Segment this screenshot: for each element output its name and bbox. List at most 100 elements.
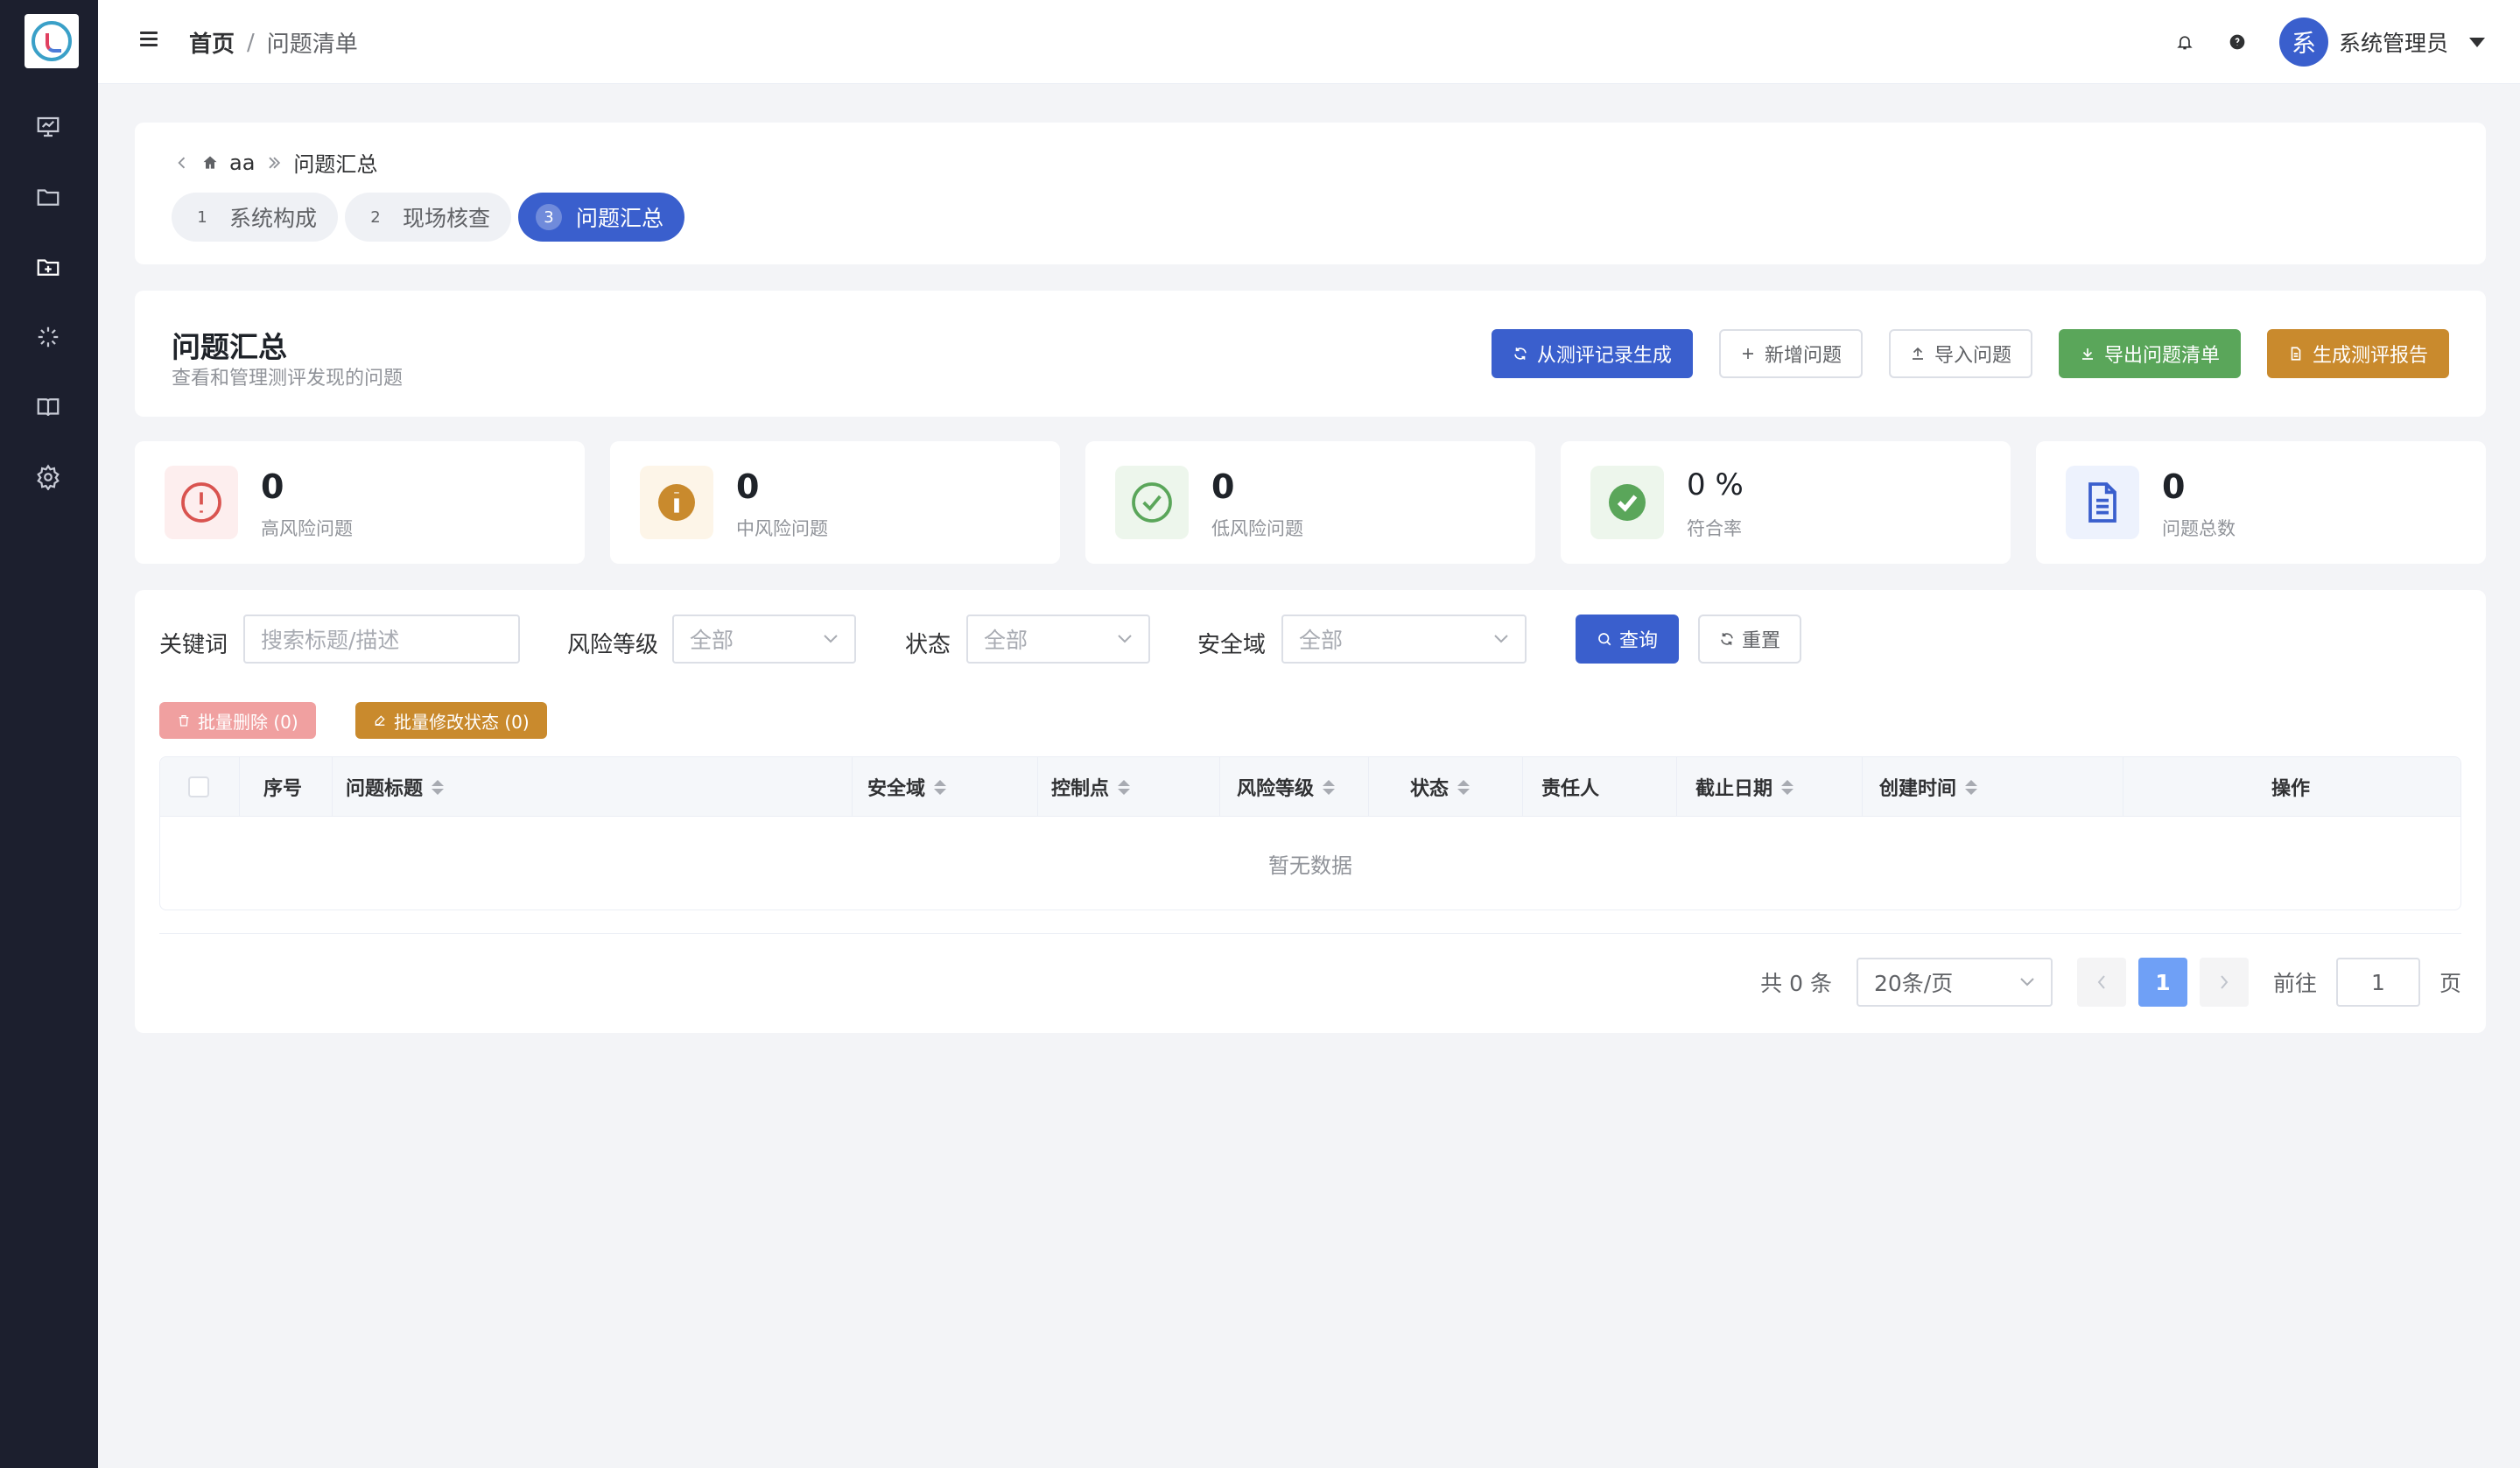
- generate-report-button[interactable]: 生成测评报告: [2266, 329, 2449, 378]
- user-menu[interactable]: 系 系统管理员: [2278, 18, 2485, 67]
- loading-icon[interactable]: [33, 322, 63, 352]
- book-icon[interactable]: [33, 392, 63, 422]
- sort-icon: [1965, 779, 1978, 795]
- goto-label: 前往: [2272, 971, 2317, 996]
- sort-icon: [1457, 779, 1471, 795]
- column-title[interactable]: 问题标题: [346, 757, 445, 817]
- folder-icon[interactable]: [33, 182, 63, 212]
- status-select[interactable]: 全部: [966, 615, 1150, 664]
- column-owner: 责任人: [1541, 778, 1600, 800]
- status-label: 状态: [905, 632, 951, 658]
- column-security-domain[interactable]: 安全域: [867, 757, 947, 817]
- next-page-button[interactable]: [2199, 958, 2249, 1007]
- caret-down-icon: [2469, 37, 2485, 47]
- chevron-down-icon: [824, 635, 838, 643]
- stat-label: 中风险问题: [736, 518, 828, 539]
- stat-label: 符合率: [1687, 518, 1742, 539]
- step-issue-summary[interactable]: 3 问题汇总: [518, 193, 685, 242]
- pagination: 共 0 条 20条/页 1 前往 1 页: [1760, 958, 2461, 1007]
- menu-toggle-icon[interactable]: [140, 32, 158, 49]
- export-issues-button[interactable]: 导出问题清单: [2058, 329, 2241, 378]
- step-number: 3: [536, 204, 563, 230]
- sort-icon: [1323, 779, 1336, 795]
- security-domain-select[interactable]: 全部: [1281, 615, 1527, 664]
- query-button[interactable]: 查询: [1576, 615, 1679, 664]
- stat-high-risk: 0 高风险问题: [135, 441, 585, 564]
- page-buttons: 1: [2076, 958, 2249, 1007]
- page-size-select[interactable]: 20条/页: [1856, 958, 2053, 1007]
- bell-icon[interactable]: [2174, 32, 2195, 53]
- filter-bar: 关键词 搜索标题/描述 风险等级 全部 状态 全部 安全域 全部 查询 重置: [159, 615, 2470, 664]
- page-suffix: 页: [2439, 971, 2461, 996]
- double-chevron-right-icon: [269, 157, 281, 168]
- batch-delete-button[interactable]: 批量删除 (0): [159, 702, 316, 739]
- column-created-at[interactable]: 创建时间: [1879, 757, 1978, 817]
- reset-button[interactable]: 重置: [1698, 615, 1801, 664]
- page-jumper: 前往 1 页: [2273, 958, 2461, 1007]
- page-number[interactable]: 1: [2137, 958, 2187, 1007]
- button-label: 批量删除 (0): [198, 711, 298, 733]
- chevron-left-icon[interactable]: [173, 154, 191, 172]
- column-control-point[interactable]: 控制点: [1051, 757, 1131, 817]
- import-issues-button[interactable]: 导入问题: [1888, 329, 2032, 378]
- app-logo[interactable]: [25, 14, 79, 68]
- stat-value: 0: [2162, 467, 2186, 506]
- stat-label: 低风险问题: [1211, 518, 1303, 539]
- sort-icon: [432, 779, 445, 795]
- step-system-composition[interactable]: 1 系统构成: [172, 193, 339, 242]
- help-icon[interactable]: [2227, 32, 2248, 53]
- stat-value: 0: [1211, 467, 1235, 506]
- sort-icon: [1118, 779, 1131, 795]
- info-icon: [640, 466, 713, 539]
- step-onsite-check[interactable]: 2 现场核查: [345, 193, 512, 242]
- chevron-left-icon: [2097, 975, 2105, 989]
- chevron-down-icon: [1494, 635, 1508, 643]
- select-all-checkbox[interactable]: [188, 776, 209, 797]
- project-name[interactable]: aa: [229, 151, 255, 175]
- breadcrumb-separator: /: [247, 29, 255, 56]
- presentation-icon[interactable]: [33, 112, 63, 142]
- stat-label: 高风险问题: [261, 518, 353, 539]
- pagination-total: 共 0 条: [1760, 971, 1832, 996]
- step-number: 1: [197, 207, 207, 227]
- header-actions: 从测评记录生成 新增问题 导入问题 导出问题清单 生成测评报告: [1491, 329, 2449, 378]
- breadcrumb-current: 问题清单: [266, 32, 358, 58]
- table-empty-text: 暂无数据: [1268, 853, 1352, 878]
- prev-page-button[interactable]: [2076, 958, 2126, 1007]
- goto-page-input[interactable]: 1: [2335, 958, 2420, 1007]
- stat-value: 0: [736, 467, 760, 506]
- column-risk-level[interactable]: 风险等级: [1237, 757, 1336, 817]
- chevron-right-icon: [2221, 975, 2229, 989]
- button-label: 导入问题: [1934, 345, 2011, 367]
- edit-icon: [375, 715, 385, 726]
- keyword-input[interactable]: 搜索标题/描述: [243, 615, 520, 664]
- column-status[interactable]: 状态: [1410, 757, 1471, 817]
- topbar: 首页 / 问题清单 系 系统管理员: [98, 0, 2520, 84]
- issue-list-card: 关键词 搜索标题/描述 风险等级 全部 状态 全部 安全域 全部 查询 重置 批…: [135, 590, 2486, 1033]
- step-label: 系统构成: [229, 206, 318, 231]
- batch-modify-status-button[interactable]: 批量修改状态 (0): [355, 702, 547, 739]
- refresh-icon: [1514, 348, 1527, 360]
- sidebar: [0, 0, 98, 1468]
- risk-level-select[interactable]: 全部: [672, 615, 856, 664]
- stat-medium-risk: 0 中风险问题: [610, 441, 1060, 564]
- keyword-label: 关键词: [159, 632, 228, 658]
- home-icon[interactable]: [201, 154, 219, 172]
- stat-compliance-rate: 0 % 符合率: [1561, 441, 2011, 564]
- check-filled-icon: [1590, 466, 1664, 539]
- gear-icon[interactable]: [33, 462, 63, 492]
- button-label: 重置: [1741, 630, 1780, 652]
- security-domain-label: 安全域: [1197, 632, 1267, 658]
- document-icon: [2291, 347, 2301, 361]
- select-value: 全部: [690, 628, 734, 653]
- folder-add-icon[interactable]: [33, 252, 63, 282]
- chevron-down-icon: [1118, 635, 1132, 643]
- breadcrumb-home[interactable]: 首页: [189, 26, 235, 59]
- column-index: 序号: [263, 778, 303, 800]
- generate-from-records-button[interactable]: 从测评记录生成: [1491, 329, 1693, 378]
- add-issue-button[interactable]: 新增问题: [1718, 329, 1863, 378]
- sort-icon: [1781, 779, 1794, 795]
- column-due-date[interactable]: 截止日期: [1695, 757, 1794, 817]
- chevron-down-icon: [2020, 978, 2034, 987]
- sort-icon: [934, 779, 947, 795]
